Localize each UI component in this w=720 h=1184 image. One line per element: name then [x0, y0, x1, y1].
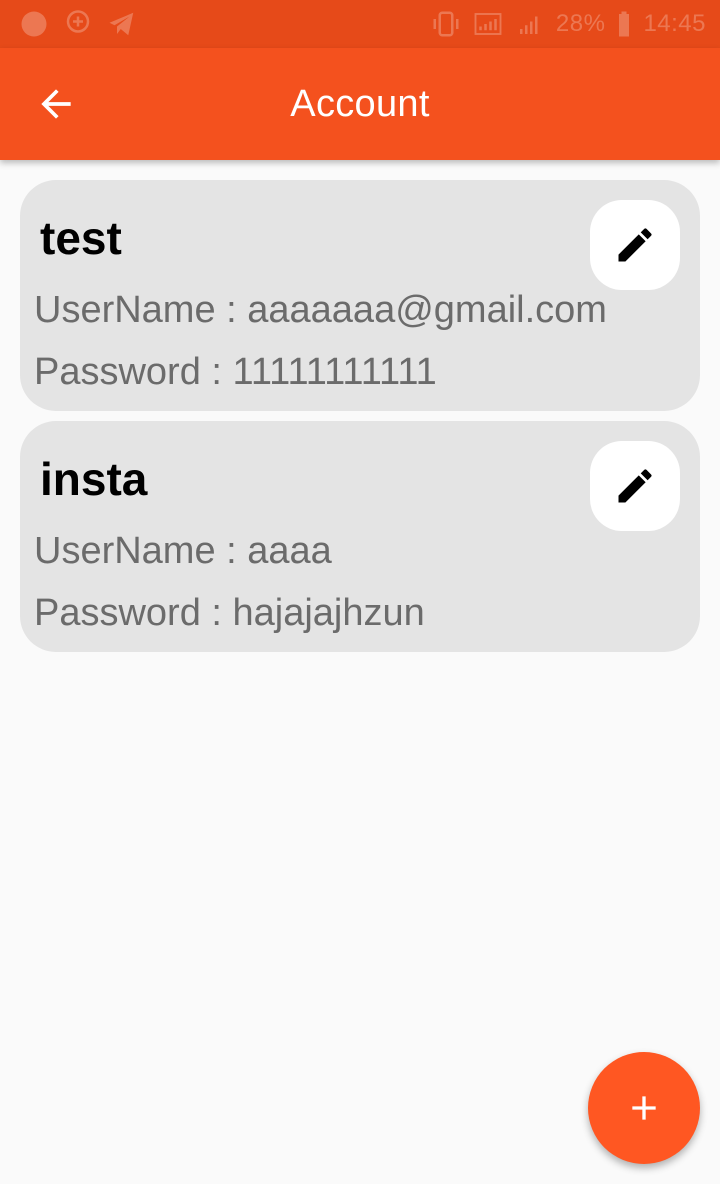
- clock: 14:45: [643, 10, 706, 37]
- page-title: Account: [290, 82, 430, 125]
- account-password: Password : 11111111111: [34, 351, 437, 393]
- arrow-back-icon: [41, 89, 71, 119]
- status-bar: 28% 14:45: [0, 0, 720, 48]
- signal-sim1-icon: [472, 8, 504, 40]
- account-username: UserName : aaaaaaa@gmail.com: [34, 289, 607, 331]
- telegram-icon: [106, 8, 138, 40]
- account-title: test: [40, 212, 122, 264]
- account-list: test UserName : aaaaaaa@gmail.com Passwo…: [20, 180, 700, 662]
- plus-icon: [632, 1096, 656, 1120]
- pencil-icon: [618, 228, 652, 262]
- account-password: Password : hajajajhzun: [34, 592, 425, 634]
- location-plus-icon: [62, 8, 94, 40]
- edit-account-button[interactable]: [590, 200, 680, 290]
- battery-percentage: 28%: [555, 10, 606, 37]
- account-card[interactable]: insta UserName : aaaa Password : hajajaj…: [20, 421, 700, 652]
- account-username: UserName : aaaa: [34, 530, 332, 572]
- app-notification-icon: [18, 8, 50, 40]
- app-bar: Account: [0, 48, 720, 160]
- back-button[interactable]: [28, 76, 84, 132]
- account-title: insta: [40, 453, 148, 505]
- edit-account-button[interactable]: [590, 441, 680, 531]
- pencil-icon: [618, 469, 652, 503]
- battery-icon: [615, 8, 633, 40]
- status-left-icons: [0, 8, 138, 40]
- status-right-icons: 28% 14:45: [430, 8, 720, 40]
- add-account-button[interactable]: [588, 1052, 700, 1164]
- signal-sim2-icon: [514, 8, 546, 40]
- vibrate-icon: [430, 8, 462, 40]
- account-card[interactable]: test UserName : aaaaaaa@gmail.com Passwo…: [20, 180, 700, 411]
